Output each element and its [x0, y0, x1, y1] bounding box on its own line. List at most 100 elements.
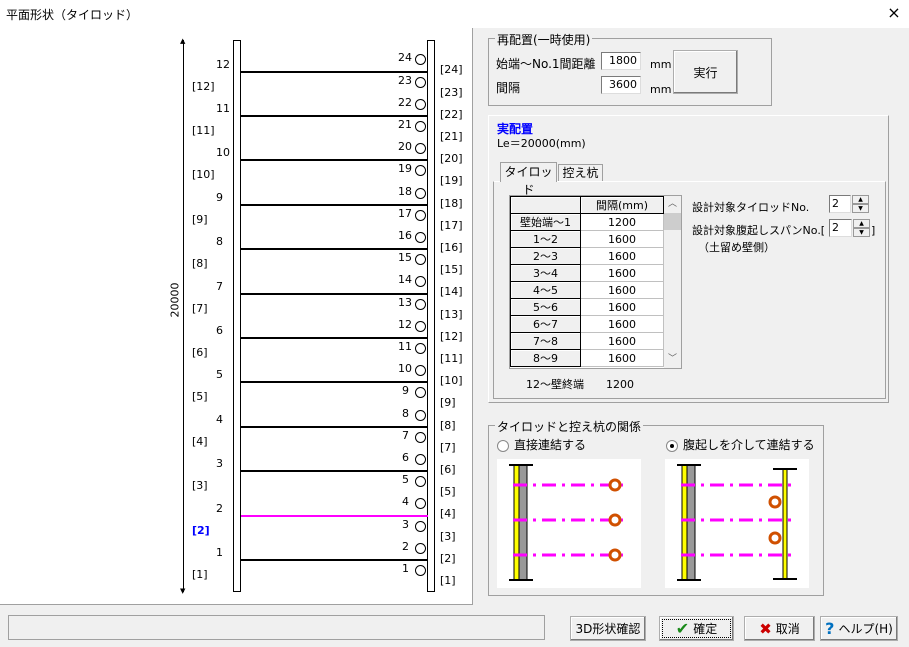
- anchor-pile-icon[interactable]: [415, 387, 426, 399]
- status-field: [8, 615, 545, 640]
- anchor-pile-icon[interactable]: [415, 232, 426, 243]
- design-span-note: （土留め壁側）: [698, 241, 775, 254]
- tie-rod[interactable]: [241, 70, 428, 73]
- row-header[interactable]: 2～3: [510, 247, 581, 265]
- design-rod-input[interactable]: 2: [829, 195, 851, 213]
- tie-rod[interactable]: [241, 381, 428, 384]
- table-row[interactable]: 1～2 1600: [510, 230, 664, 248]
- row-header[interactable]: 3～4: [510, 264, 581, 282]
- layout-drawing[interactable]: ▲ ▼ 20000 1 2 3 4 5 6 7 8 9 10 11 12 [1] [2] [3] [4] [5]…: [0, 28, 473, 605]
- anchor-pile-icon[interactable]: [415, 187, 426, 199]
- pile-number-label: 8: [402, 406, 409, 420]
- spin-down-icon[interactable]: ▼: [853, 228, 870, 237]
- tab-anchor-pile[interactable]: 控え杭: [558, 164, 603, 181]
- table-row[interactable]: 壁始端～1 1200: [510, 213, 664, 231]
- scroll-thumb[interactable]: [664, 213, 681, 230]
- anchor-pile-icon[interactable]: [415, 276, 426, 288]
- tie-rod[interactable]: [241, 203, 428, 206]
- corner-cell: [510, 196, 581, 214]
- design-span-input[interactable]: 2: [829, 219, 852, 237]
- spacing-cell[interactable]: 1600: [580, 315, 664, 333]
- row-header[interactable]: 壁始端～1: [510, 213, 581, 231]
- row-header[interactable]: 4～5: [510, 281, 581, 299]
- table-row[interactable]: 6～7 1600: [510, 315, 664, 333]
- anchor-pile-icon[interactable]: [415, 143, 426, 155]
- tie-rod[interactable]: [241, 514, 428, 517]
- x-icon: ✖: [759, 619, 772, 638]
- design-rod-spinner[interactable]: ▲ ▼: [852, 195, 869, 213]
- anchor-pile-icon[interactable]: [415, 54, 426, 66]
- anchor-pile-icon[interactable]: [415, 165, 426, 177]
- spin-up-icon[interactable]: ▲: [852, 195, 869, 204]
- anchor-pile-icon[interactable]: [415, 431, 426, 443]
- spacing-cell[interactable]: 1600: [580, 349, 664, 367]
- ok-button[interactable]: ✔ 確定: [659, 616, 734, 641]
- table-scrollbar[interactable]: ︿ ﹀: [664, 196, 681, 368]
- tie-rod[interactable]: [241, 559, 428, 561]
- help-button[interactable]: ? ヘルプ(H): [820, 616, 898, 641]
- anchor-pile-icon[interactable]: [415, 542, 426, 554]
- table-row[interactable]: 8～9 1600: [510, 349, 664, 367]
- anchor-pile-icon[interactable]: [415, 76, 426, 88]
- anchor-pile-icon[interactable]: [415, 298, 426, 310]
- radio-button[interactable]: [497, 439, 509, 452]
- start-distance-input[interactable]: 1800: [601, 52, 641, 70]
- anchor-pile-icon[interactable]: [415, 98, 426, 110]
- scroll-up-icon[interactable]: ︿: [664, 196, 681, 213]
- anchor-pile-icon[interactable]: [415, 343, 426, 354]
- spacing-table[interactable]: 間隔(mm) 壁始端～1 1200 1～2 1600 2～3 1600 3～4 1600 4～5 1…: [509, 195, 682, 369]
- close-icon[interactable]: ×: [884, 3, 904, 23]
- row-header[interactable]: 1～2: [510, 230, 581, 248]
- row-header[interactable]: 6～7: [510, 315, 581, 333]
- spacing-cell[interactable]: 1200: [580, 213, 664, 231]
- span-label: [5]: [192, 390, 208, 404]
- anchor-pile-icon[interactable]: [415, 365, 426, 377]
- anchor-pile-icon[interactable]: [415, 320, 426, 332]
- anchor-pile-icon[interactable]: [415, 121, 426, 132]
- spacing-cell[interactable]: 1600: [580, 281, 664, 299]
- table-row[interactable]: 3～4 1600: [510, 264, 664, 282]
- spin-up-icon[interactable]: ▲: [853, 219, 870, 228]
- tie-rod[interactable]: [241, 337, 428, 339]
- pile-number-label: 7: [402, 428, 409, 442]
- radio-via-waler[interactable]: 腹起しを介して連結する: [666, 436, 815, 453]
- tab-tierod[interactable]: タイロッド: [500, 162, 557, 197]
- tie-rod[interactable]: [241, 248, 428, 251]
- table-row[interactable]: 4～5 1600: [510, 281, 664, 299]
- tie-rod[interactable]: [241, 159, 428, 162]
- cancel-button[interactable]: ✖ 取消: [744, 616, 815, 641]
- row-header[interactable]: 7～8: [510, 332, 581, 350]
- pitch-input[interactable]: 3600: [601, 76, 641, 94]
- spacing-cell[interactable]: 1600: [580, 230, 664, 248]
- radio-button[interactable]: [666, 439, 678, 452]
- spacing-cell[interactable]: 1600: [580, 298, 664, 316]
- tie-rod[interactable]: [241, 470, 428, 473]
- table-row[interactable]: 5～6 1600: [510, 298, 664, 316]
- spacing-cell[interactable]: 1600: [580, 247, 664, 265]
- radio-direct[interactable]: 直接連結する: [497, 436, 586, 453]
- table-row[interactable]: 2～3 1600: [510, 247, 664, 265]
- spacing-cell[interactable]: 1600: [580, 264, 664, 282]
- anchor-pile-icon[interactable]: [415, 454, 426, 465]
- anchor-pile-icon[interactable]: [415, 409, 426, 421]
- 3d-shape-button[interactable]: 3D形状確認: [570, 616, 646, 641]
- anchor-pile-icon[interactable]: [415, 565, 426, 576]
- table-row[interactable]: 7～8 1600: [510, 332, 664, 350]
- design-span-spinner[interactable]: ▲ ▼: [853, 219, 870, 237]
- pile-span-label: [16]: [440, 241, 463, 254]
- spacing-cell[interactable]: 1600: [580, 332, 664, 350]
- spin-down-icon[interactable]: ▼: [852, 204, 869, 213]
- span-label: [7]: [192, 301, 208, 315]
- execute-button[interactable]: 実行: [673, 50, 738, 94]
- anchor-pile-icon[interactable]: [415, 209, 426, 221]
- tie-rod[interactable]: [241, 425, 428, 428]
- anchor-pile-icon[interactable]: [415, 498, 426, 510]
- row-header[interactable]: 8～9: [510, 349, 581, 367]
- anchor-pile-icon[interactable]: [415, 254, 426, 266]
- anchor-pile-icon[interactable]: [415, 520, 426, 532]
- scroll-down-icon[interactable]: ﹀: [664, 351, 681, 368]
- tie-rod[interactable]: [241, 115, 428, 117]
- anchor-pile-icon[interactable]: [415, 476, 426, 488]
- tie-rod[interactable]: [241, 292, 428, 295]
- row-header[interactable]: 5～6: [510, 298, 581, 316]
